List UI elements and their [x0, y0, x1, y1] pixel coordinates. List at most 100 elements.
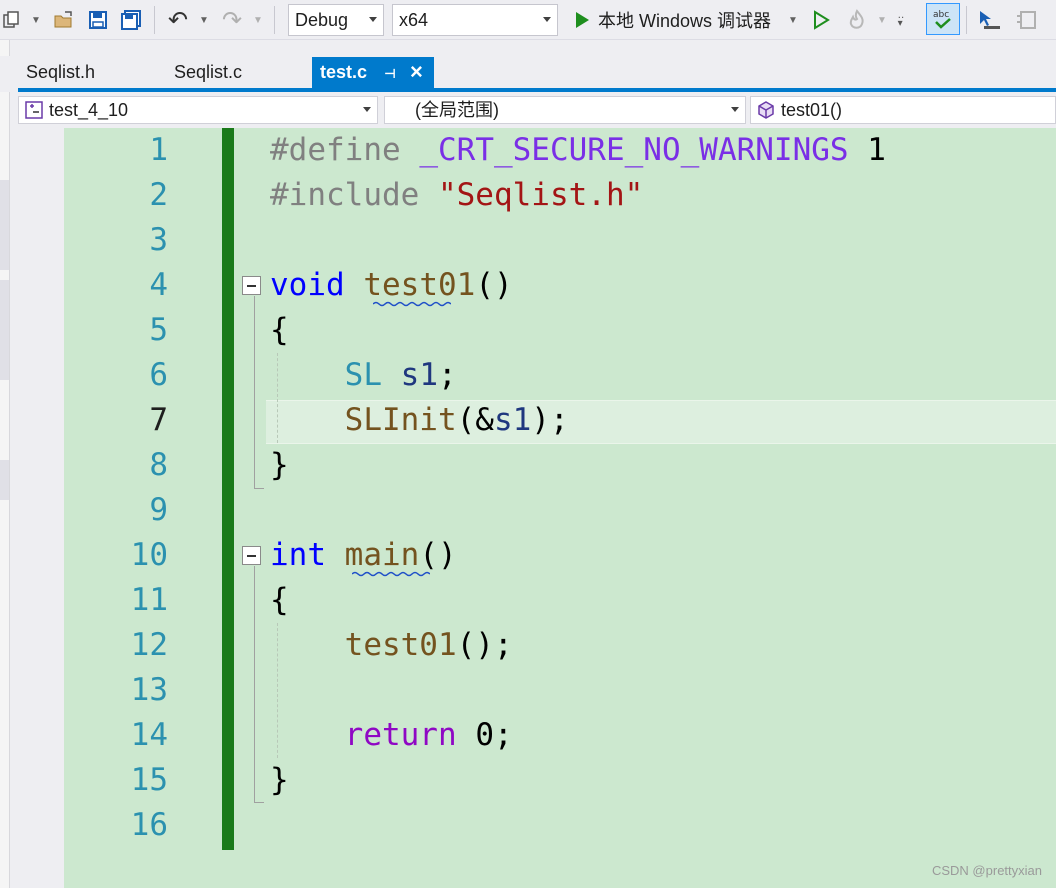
- chevron-down-icon: [731, 107, 739, 112]
- line-number: 3: [149, 222, 168, 258]
- member-name: test01(): [781, 100, 843, 120]
- hot-reload-icon[interactable]: [842, 5, 872, 35]
- token: void: [270, 267, 345, 303]
- left-tool-window-strip: [0, 40, 10, 888]
- solution-config-select[interactable]: Debug: [288, 4, 384, 36]
- fold-end: [254, 488, 264, 489]
- fold-line: [254, 296, 255, 488]
- redo-icon[interactable]: ↷: [218, 5, 246, 35]
- method-cube-icon: [758, 101, 774, 119]
- code-line-14: return 0;: [270, 713, 513, 758]
- scope-select[interactable]: (全局范围): [384, 96, 746, 124]
- token: #include: [270, 177, 420, 213]
- member-select[interactable]: test01(): [750, 96, 1056, 124]
- token: ();: [456, 627, 513, 663]
- collapse-icon[interactable]: [242, 276, 261, 295]
- token: );: [531, 402, 569, 438]
- solution-platform-select[interactable]: x64: [392, 4, 558, 36]
- pin-icon[interactable]: ⊣: [384, 58, 396, 89]
- close-icon[interactable]: ×: [410, 56, 423, 87]
- token: test01: [363, 267, 476, 303]
- token: ;: [493, 717, 513, 753]
- tab-label: Seqlist.c: [174, 62, 243, 82]
- start-debugger-button[interactable]: 本地 Windows 调试器: [598, 5, 784, 35]
- token: s1: [493, 402, 532, 438]
- token: 1: [867, 132, 886, 168]
- solution-platform-value: x64: [399, 10, 429, 30]
- token: _CRT_SECURE_NO_WARNINGS: [419, 132, 849, 168]
- chevron-down-icon: [363, 107, 371, 112]
- code-editor[interactable]: 1 2 3 4 5 6 7 8 9 10 11 12 13 14 15 16 #…: [18, 128, 1056, 888]
- redo-dropdown-icon[interactable]: ▼: [252, 5, 264, 35]
- token: main: [344, 537, 420, 573]
- token: (): [419, 537, 457, 573]
- tab-seqlist-h[interactable]: Seqlist.h: [18, 57, 166, 88]
- tab-label: Seqlist.h: [26, 62, 96, 82]
- line-number: 6: [149, 357, 168, 393]
- side-tab[interactable]: [0, 460, 9, 500]
- token: (): [475, 267, 513, 303]
- line-number: 11: [130, 582, 168, 618]
- token: (&: [456, 402, 494, 438]
- spell-check-icon[interactable]: abc: [926, 3, 960, 35]
- token: }: [270, 447, 289, 483]
- start-debug-icon[interactable]: [570, 5, 594, 35]
- chevron-down-icon: [543, 17, 551, 22]
- line-number: 10: [130, 537, 168, 573]
- code-line-12: test01();: [270, 623, 513, 668]
- token: return: [344, 717, 457, 753]
- undo-dropdown-icon[interactable]: ▼: [198, 5, 210, 35]
- squiggle-underline: [352, 571, 430, 577]
- line-number: 5: [149, 312, 168, 348]
- token: s1: [400, 357, 438, 393]
- line-number: 14: [130, 717, 168, 753]
- tab-seqlist-c[interactable]: Seqlist.c: [166, 57, 312, 88]
- token: SLInit: [344, 402, 457, 438]
- toolbox-icon[interactable]: [1012, 5, 1042, 35]
- code-line-8: }: [270, 443, 289, 488]
- line-number: 1: [149, 132, 168, 168]
- toolbar-separator: [274, 6, 275, 34]
- tab-bar-accent: [18, 88, 1056, 92]
- token: test01: [344, 627, 457, 663]
- side-tab[interactable]: [0, 180, 9, 270]
- toolbar-separator: [966, 6, 967, 34]
- line-number-current: 7: [149, 402, 168, 438]
- open-folder-icon[interactable]: [52, 5, 76, 35]
- project-select[interactable]: test_4_10: [18, 96, 378, 124]
- undo-icon[interactable]: ↶: [164, 5, 192, 35]
- start-debugger-label: 本地 Windows 调试器: [598, 11, 772, 31]
- navigation-bar: test_4_10 (全局范围) test01(): [18, 94, 1056, 126]
- save-all-icon[interactable]: [118, 5, 144, 35]
- side-tab[interactable]: [0, 280, 9, 380]
- chevron-down-icon: [369, 17, 377, 22]
- debugger-dropdown-icon[interactable]: ▼: [786, 5, 800, 35]
- start-without-debug-icon[interactable]: [808, 5, 834, 35]
- watermark: CSDN @prettyxian: [931, 863, 1042, 878]
- token: ;: [437, 357, 457, 393]
- code-line-1: #define _CRT_SECURE_NO_WARNINGS 1: [270, 128, 886, 173]
- toolbar-overflow-icon[interactable]: ‥ ▾: [894, 5, 908, 35]
- change-tracking-bar: [222, 128, 234, 850]
- squiggle-underline: [373, 301, 451, 307]
- hot-reload-dropdown-icon[interactable]: ▼: [876, 5, 888, 35]
- save-icon[interactable]: [86, 5, 110, 35]
- collapse-icon[interactable]: [242, 546, 261, 565]
- tab-test-c[interactable]: test.c ⊣ ×: [312, 57, 434, 88]
- token: {: [270, 582, 289, 618]
- new-project-icon[interactable]: [0, 5, 22, 35]
- solution-explorer-icon[interactable]: [974, 5, 1004, 35]
- new-project-dropdown-icon[interactable]: ▼: [30, 5, 42, 35]
- fold-end: [254, 802, 264, 803]
- line-number: 9: [149, 492, 168, 528]
- line-number: 15: [130, 762, 168, 798]
- token: int: [270, 537, 326, 573]
- token: SL: [344, 357, 382, 393]
- code-line-6: SL s1;: [270, 353, 457, 398]
- code-line-7: SLInit(&s1);: [270, 398, 569, 443]
- svg-text:abc: abc: [933, 10, 949, 20]
- project-name: test_4_10: [49, 100, 129, 120]
- code-line-5: {: [270, 308, 289, 353]
- token: }: [270, 762, 289, 798]
- main-toolbar: ▼ ↶ ▼ ↷ ▼ Debug x64 本地 Windows 调试器 ▼ ▼ ‥…: [0, 0, 1056, 40]
